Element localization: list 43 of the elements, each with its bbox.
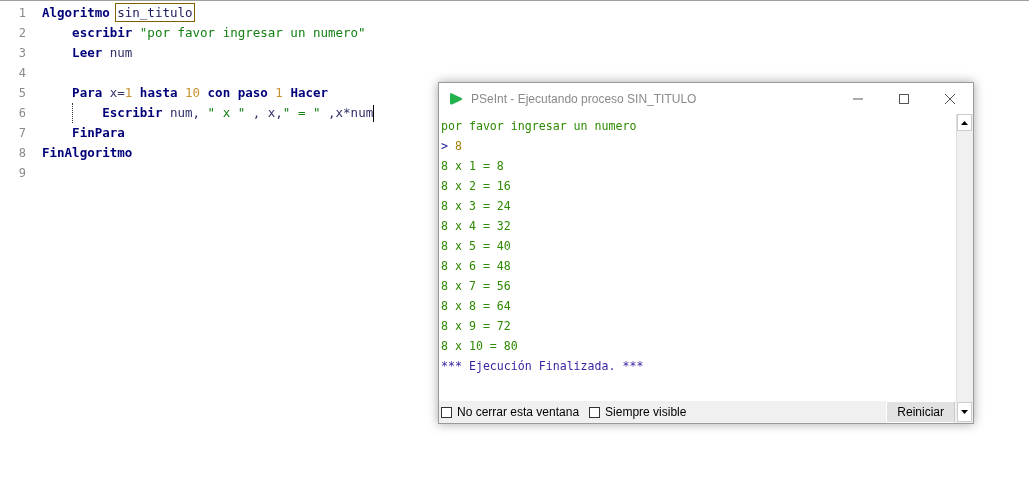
code-line: Leer num [71,44,133,62]
checkbox-label: Siempre visible [605,405,687,419]
window-title: PSeInt - Ejecutando proceso SIN_TITULO [471,91,698,106]
line-number: 1 [17,6,27,20]
code-line: Algoritmo sin_titulo [42,4,193,22]
console-line: 8 x 2 = 16 [441,178,512,195]
console-line: *** Ejecución Finalizada. *** [441,358,645,375]
line-number: 2 [17,26,27,40]
console-line: > 8 [441,138,463,155]
close-icon [945,93,955,104]
line-number: 8 [17,146,27,160]
down-arrow-icon [961,410,968,414]
scroll-up-button[interactable] [957,114,972,131]
console-line: 8 x 4 = 32 [441,218,512,235]
scroll-down-button[interactable] [957,402,972,422]
console-line: 8 x 10 = 80 [441,338,519,355]
console-line: 8 x 9 = 72 [441,318,512,335]
code-line: FinAlgoritmo [42,144,133,162]
line-number: 7 [17,126,27,140]
console-line: 8 x 1 = 8 [441,158,505,175]
line-number: 9 [17,166,27,180]
checkbox[interactable] [441,406,452,418]
code-line: Para x=1 hasta 10 con paso 1 Hacer [71,84,328,102]
console-line: 8 x 7 = 56 [441,278,512,295]
play-icon [449,91,463,106]
console-line: por favor ingresar un numero [441,118,638,135]
code-line: Escribir num, " x " , x," = " ,x*num [42,103,375,123]
checkbox[interactable] [589,406,601,418]
console-line: 8 x 6 = 48 [441,258,512,275]
up-arrow-icon [961,120,968,125]
console-line: 8 x 5 = 40 [441,238,512,255]
scrollbar[interactable] [956,114,973,401]
checkbox-label: No cerrar esta ventana [457,405,580,419]
line-number: 5 [17,86,27,100]
restart-button[interactable]: Reiniciar [886,401,955,423]
line-number: 3 [17,46,27,60]
code-line: escribir "por favor ingresar un numero" [71,24,366,42]
maximize-icon [899,93,909,104]
line-number: 6 [17,106,27,120]
console-line: 8 x 8 = 64 [441,298,512,315]
code-line: FinPara [71,124,125,142]
console-line: 8 x 3 = 24 [441,198,512,215]
line-number: 4 [17,66,27,80]
